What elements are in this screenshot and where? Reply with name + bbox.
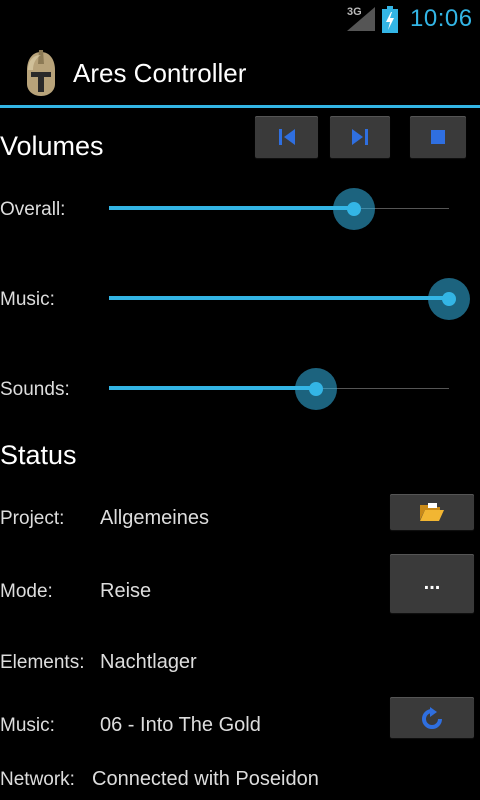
mode-select-button[interactable]: ... — [390, 554, 474, 613]
sounds-volume-label: Sounds: — [0, 379, 70, 400]
overall-volume-slider[interactable] — [109, 187, 449, 231]
stop-button[interactable] — [410, 116, 466, 158]
refresh-icon — [422, 706, 442, 729]
music-volume-label: Music: — [0, 289, 55, 310]
music-volume-slider[interactable] — [109, 277, 470, 321]
refresh-music-button[interactable] — [390, 697, 474, 738]
stop-icon — [431, 130, 445, 144]
music-label: Music: — [0, 715, 55, 736]
project-value: Allgemeines — [100, 507, 209, 529]
music-value: 06 - Into The Gold — [100, 714, 261, 736]
next-button[interactable] — [330, 116, 390, 158]
sounds-volume-slider[interactable] — [109, 367, 449, 411]
previous-button[interactable] — [255, 116, 318, 158]
skip-next-icon — [352, 129, 368, 145]
mode-value: Reise — [100, 580, 152, 602]
app-title: Ares Controller — [73, 58, 247, 88]
overall-volume-label: Overall: — [0, 199, 66, 220]
clock: 10:06 — [410, 5, 473, 32]
slider-thumb[interactable] — [346, 202, 361, 216]
open-project-button[interactable] — [390, 494, 474, 530]
elements-label: Elements: — [0, 652, 85, 673]
skip-previous-icon — [278, 129, 295, 145]
slider-thumb[interactable] — [442, 292, 456, 306]
network-value: Connected with Poseidon — [92, 768, 319, 790]
signal-icon — [347, 7, 375, 31]
battery-charging-icon — [382, 6, 398, 33]
status-bar: 3G 10:06 — [0, 0, 480, 38]
elements-value: Nachtlager — [100, 651, 197, 673]
action-bar: Ares Controller — [0, 38, 480, 108]
status-title: Status — [0, 440, 77, 470]
network-label: Network: — [0, 769, 75, 790]
slider-fill — [109, 206, 354, 210]
volumes-title: Volumes — [0, 131, 104, 161]
folder-open-icon — [420, 503, 444, 521]
project-label: Project: — [0, 508, 65, 529]
mode-label: Mode: — [0, 581, 53, 602]
slider-fill — [109, 386, 317, 390]
helmet-icon[interactable] — [22, 50, 60, 98]
slider-fill — [109, 296, 449, 300]
